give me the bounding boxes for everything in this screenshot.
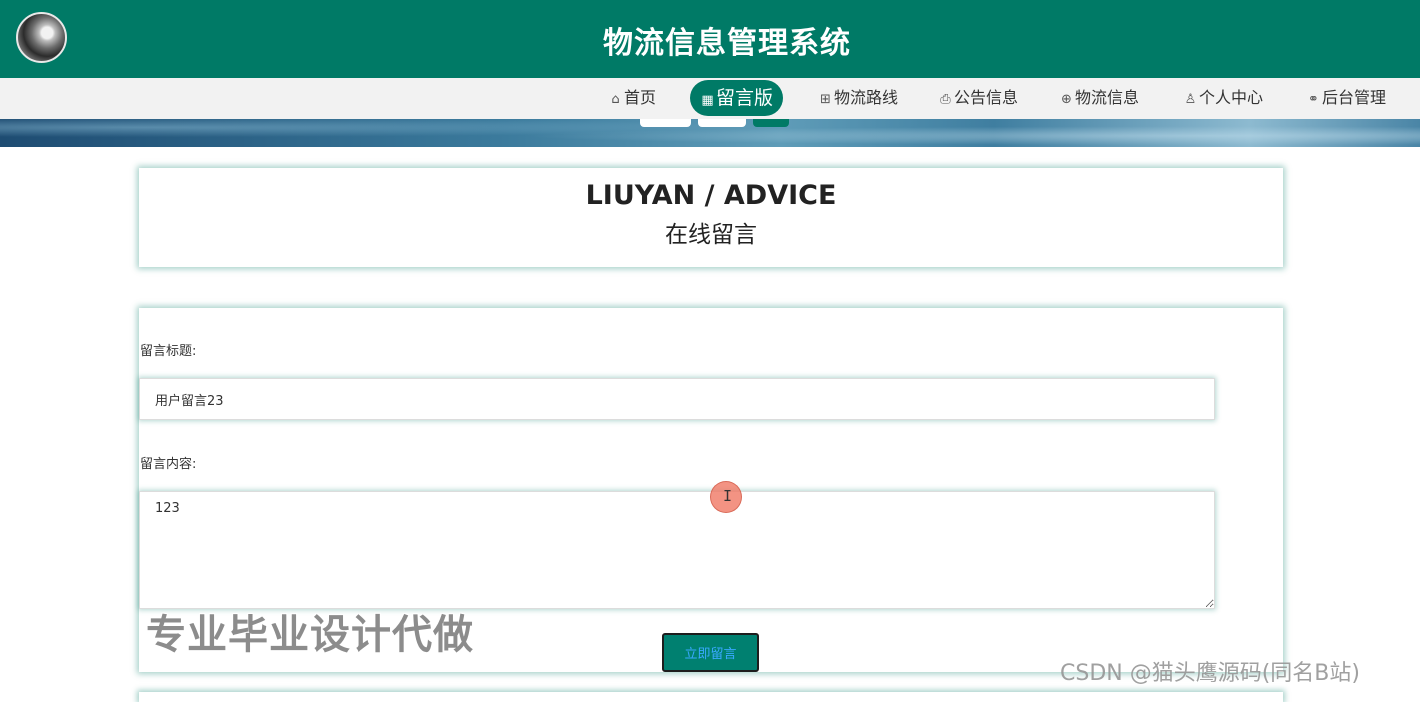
top-header: 物流信息管理系统 (0, 0, 1420, 78)
section-title-en: LIUYAN / ADVICE (585, 180, 837, 211)
message-title-input[interactable] (139, 378, 1215, 420)
globe-icon: ⊕ (1061, 92, 1072, 107)
nav-bar: ⌂ 首页 ▦ 留言版 ⊞ 物流路线 ⎙ 公告信息 ⊕ 物流信息 ♙ 个人中心 ⚭ 后台管理 (0, 78, 1420, 119)
nav-item-logistics-info[interactable]: ⊕ 物流信息 (1059, 84, 1139, 112)
home-icon: ⌂ (611, 92, 620, 107)
site-title: 物流信息管理系统 (603, 26, 851, 61)
nav-item-announcements[interactable]: ⎙ 公告信息 (938, 84, 1018, 112)
title-label: 留言标题: (140, 344, 197, 359)
next-card (139, 692, 1283, 702)
section-title-card: LIUYAN / ADVICE 在线留言 (139, 168, 1283, 267)
banner-indicator[interactable] (640, 119, 691, 127)
section-title-zh: 在线留言 (665, 222, 757, 248)
ad-watermark: 专业毕业设计代做 (146, 612, 474, 658)
text-cursor-icon: I (723, 487, 733, 505)
nav-item-message-board[interactable]: ▦ 留言版 (690, 80, 784, 116)
submit-message-button[interactable]: 立即留言 (662, 633, 759, 672)
csdn-watermark: CSDN @猫头鹰源码(同名B站) (1060, 661, 1360, 686)
message-board-icon: ▦ (701, 93, 714, 108)
nav-item-label: 物流路线 (834, 88, 899, 107)
mouse-cursor-indicator: I (710, 481, 742, 513)
route-icon: ⊞ (820, 92, 831, 107)
nav-item-label: 首页 (624, 88, 657, 107)
nav-item-label: 物流信息 (1075, 88, 1140, 107)
nav-item-logistics-route[interactable]: ⊞ 物流路线 (818, 84, 898, 112)
nav-item-label: 公告信息 (954, 88, 1019, 107)
link-icon: ⚭ (1308, 92, 1319, 107)
nav-item-label: 个人中心 (1199, 88, 1264, 107)
banner-image (0, 119, 1420, 147)
nav-item-home[interactable]: ⌂ 首页 (608, 84, 656, 112)
content-label: 留言内容: (140, 457, 197, 472)
banner-indicator-active[interactable] (753, 119, 789, 127)
nav-item-personal-center[interactable]: ♙ 个人中心 (1183, 84, 1263, 112)
nav-item-admin[interactable]: ⚭ 后台管理 (1306, 84, 1386, 112)
banner-indicator[interactable] (698, 119, 746, 127)
message-content-textarea[interactable]: 123 (139, 491, 1215, 609)
printer-icon: ⎙ (940, 92, 951, 107)
nav-item-label: 后台管理 (1322, 88, 1387, 107)
nav-item-label: 留言版 (716, 87, 774, 109)
user-icon: ♙ (1184, 92, 1197, 107)
